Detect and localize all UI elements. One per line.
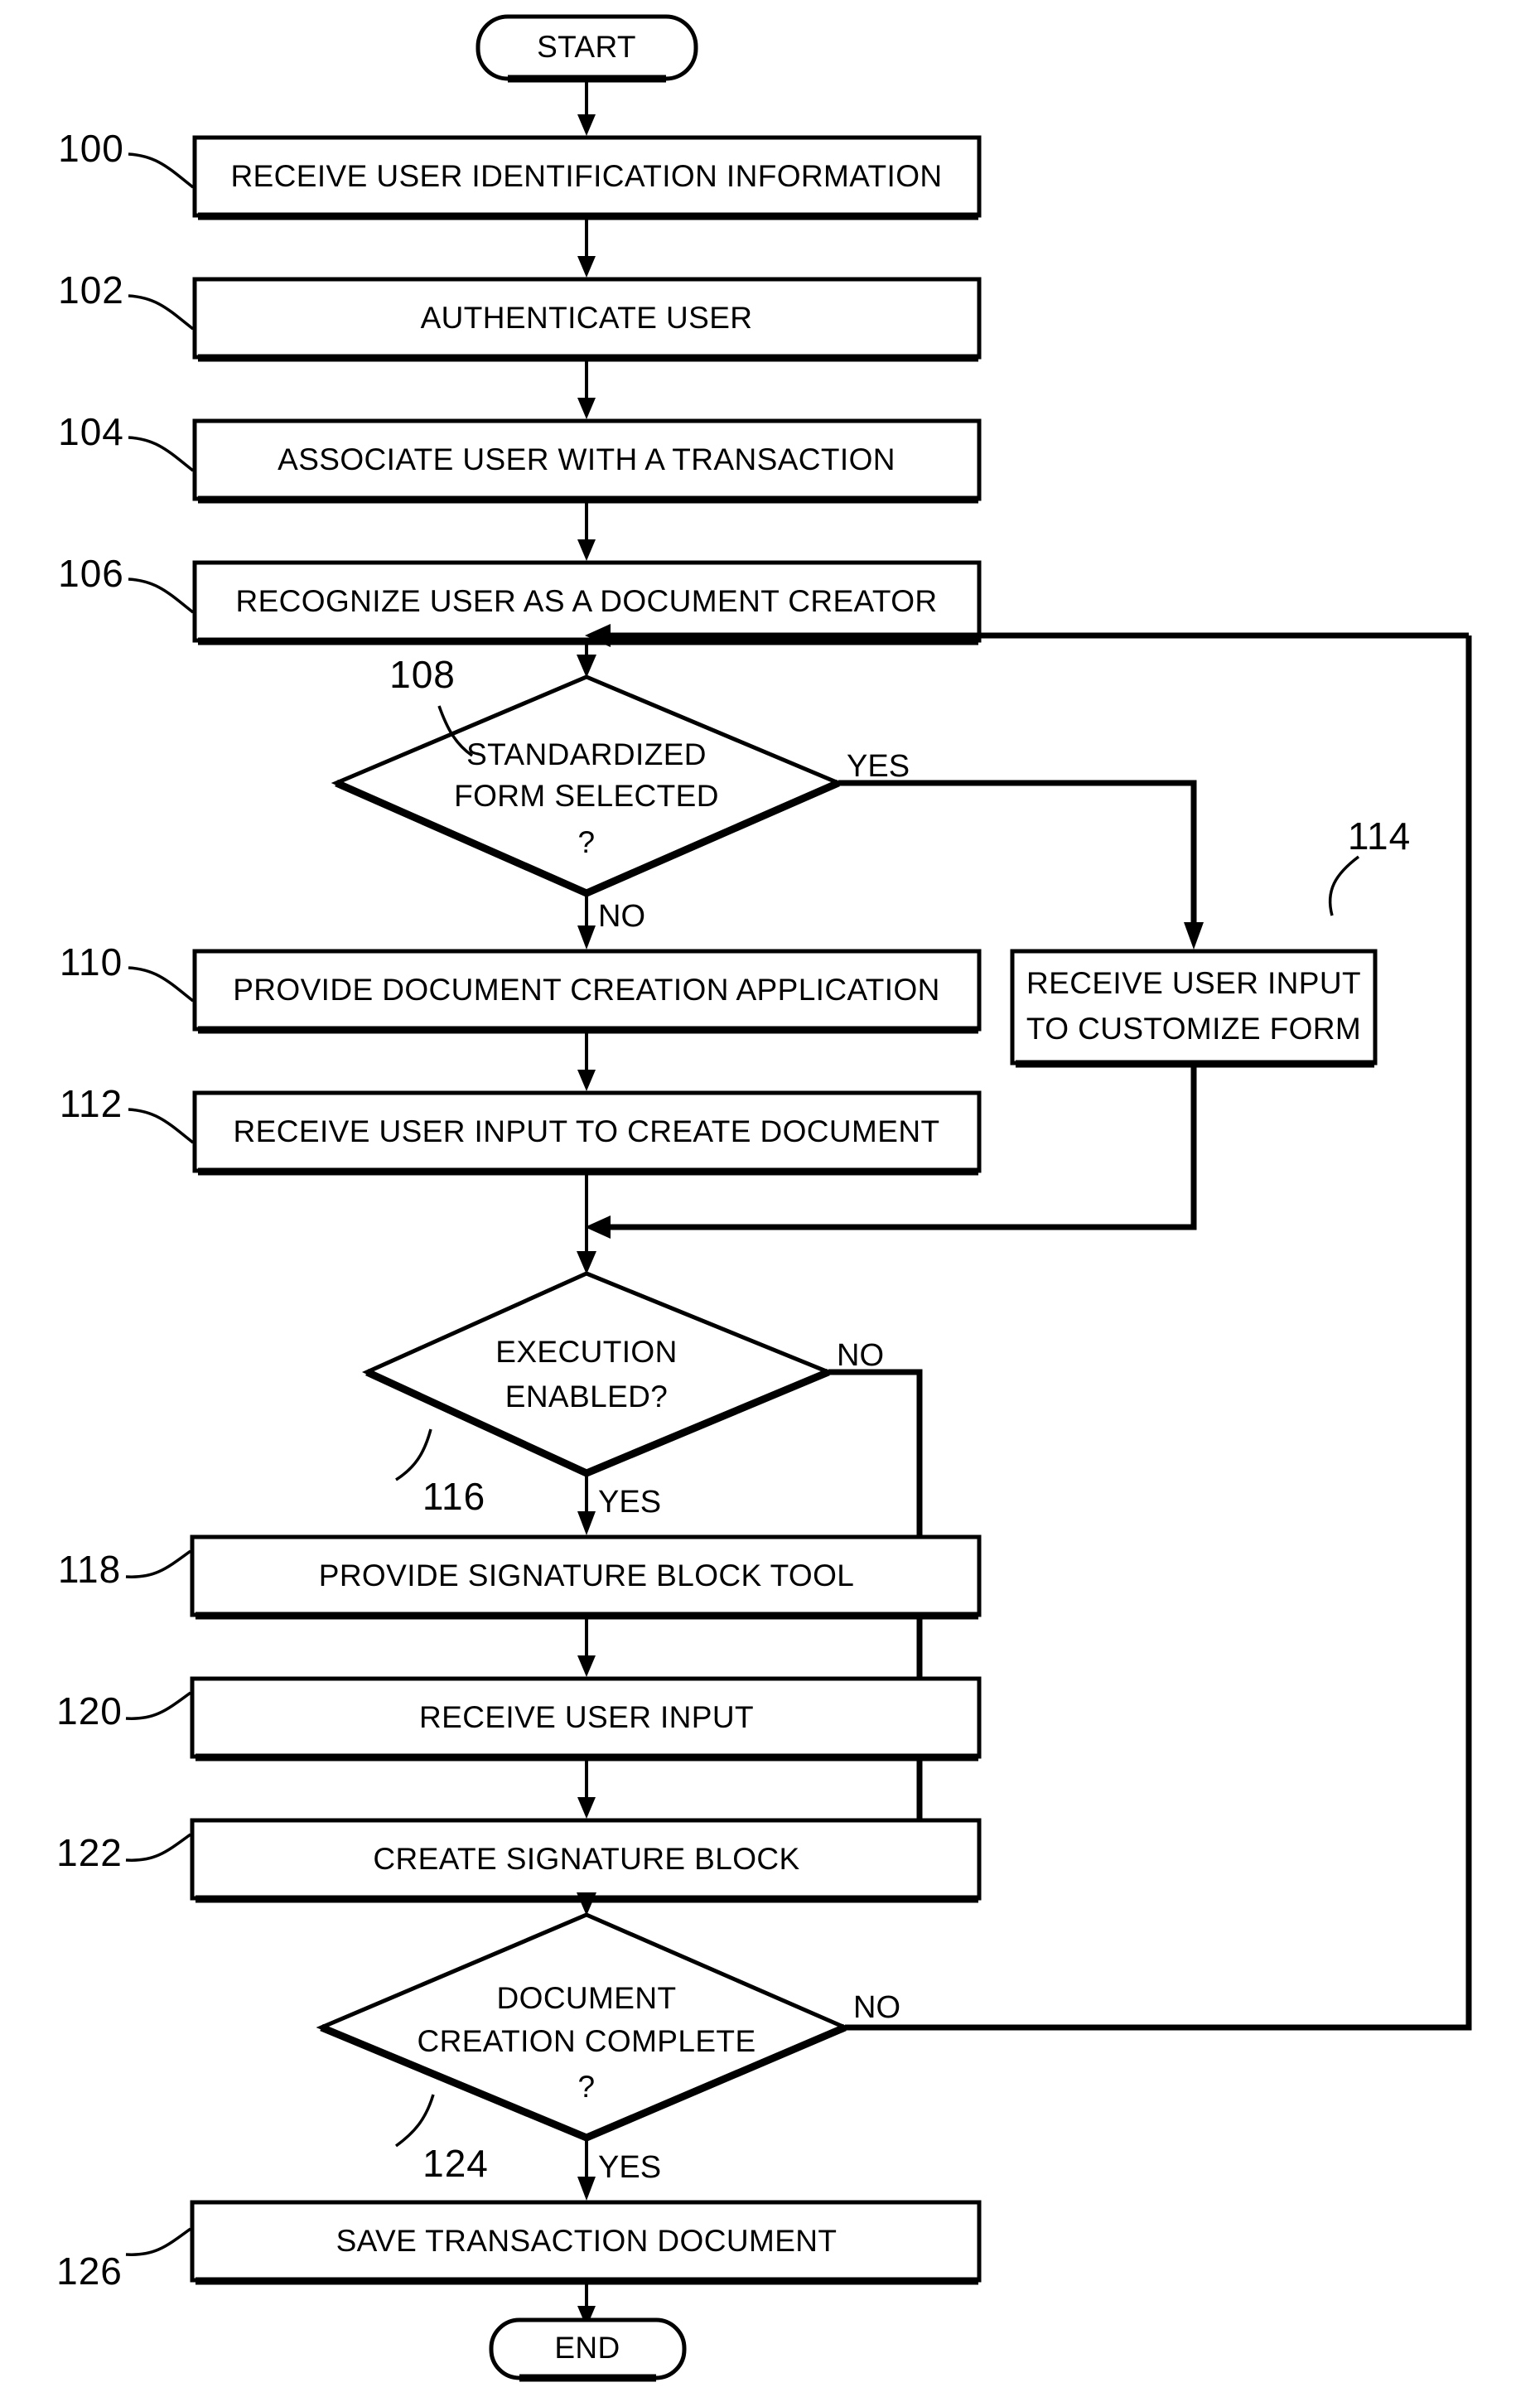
- process-110: PROVIDE DOCUMENT CREATION APPLICATION: [192, 949, 982, 1034]
- ref-leader-102: 102: [58, 268, 195, 331]
- connector-118-to-120: [577, 1617, 596, 1677]
- ref-number-110: 110: [60, 940, 123, 983]
- terminal-end: END: [489, 2317, 687, 2382]
- terminal-start-label: START: [537, 30, 636, 64]
- branch-116-yes-label: YES: [598, 1485, 661, 1520]
- decision-124: DOCUMENT CREATION COMPLETE ?: [316, 1912, 851, 2142]
- decision-108-label-line1: STANDARDIZED: [466, 737, 707, 771]
- process-100: RECEIVE USER IDENTIFICATION INFORMATION: [192, 135, 982, 220]
- decision-116: EXECUTION ENABLED?: [361, 1271, 834, 1477]
- branch-116-no-label: NO: [837, 1338, 884, 1373]
- process-126: SAVE TRANSACTION DOCUMENT: [190, 2200, 982, 2285]
- process-118: PROVIDE SIGNATURE BLOCK TOOL: [190, 1534, 982, 1620]
- decision-108-label-line2: FORM SELECTED: [454, 779, 719, 813]
- branch-124-no-label: NO: [853, 1990, 900, 2025]
- process-112-label: RECEIVE USER INPUT TO CREATE DOCUMENT: [234, 1114, 940, 1148]
- process-118-label: PROVIDE SIGNATURE BLOCK TOOL: [319, 1559, 855, 1592]
- process-120: RECEIVE USER INPUT: [190, 1676, 982, 1762]
- ref-number-100: 100: [58, 127, 124, 170]
- process-114: RECEIVE USER INPUT TO CUSTOMIZE FORM: [1010, 949, 1378, 1068]
- ref-number-116: 116: [422, 1475, 485, 1518]
- ref-number-120: 120: [56, 1689, 123, 1733]
- process-102-label: AUTHENTICATE USER: [421, 301, 753, 335]
- decision-108-label-line3: ?: [578, 825, 596, 859]
- branch-108-yes-label: YES: [847, 749, 910, 784]
- ref-leader-110: 110: [60, 940, 195, 1003]
- process-110-label: PROVIDE DOCUMENT CREATION APPLICATION: [233, 973, 940, 1007]
- ref-number-122: 122: [56, 1831, 123, 1874]
- ref-number-124: 124: [422, 2142, 489, 2185]
- connector-start-to-100: [577, 80, 596, 136]
- branch-116-yes: YES: [577, 1473, 661, 1535]
- ref-leader-104: 104: [58, 410, 195, 472]
- ref-number-118: 118: [58, 1548, 121, 1591]
- decision-124-label-line1: DOCUMENT: [497, 1981, 677, 2015]
- ref-number-104: 104: [58, 410, 124, 453]
- terminal-end-label: END: [554, 2331, 620, 2365]
- process-104-label: ASSOCIATE USER WITH A TRANSACTION: [278, 442, 896, 476]
- ref-number-126: 126: [56, 2250, 123, 2293]
- ref-number-112: 112: [60, 1082, 123, 1125]
- process-102: AUTHENTICATE USER: [192, 277, 982, 362]
- ref-leader-106: 106: [58, 552, 195, 614]
- flowchart-svg: START RECEIVE USER IDENTIFICATION INFORM…: [56, 14, 1472, 2382]
- ref-number-114: 114: [1348, 814, 1411, 858]
- connector-106-to-108: [577, 642, 596, 678]
- ref-leader-114: 114: [1328, 814, 1411, 916]
- connector-102-to-104: [577, 359, 596, 419]
- branch-124-yes: YES: [577, 2138, 661, 2201]
- flowchart-canvas: START RECEIVE USER IDENTIFICATION INFORM…: [0, 0, 1540, 2397]
- connector-110-to-112: [577, 1031, 596, 1091]
- ref-leader-112: 112: [60, 1082, 195, 1144]
- branch-108-no-label: NO: [598, 899, 645, 934]
- process-120-label: RECEIVE USER INPUT: [419, 1700, 754, 1734]
- connector-100-to-102: [577, 217, 596, 278]
- connector-120-to-122: [577, 1758, 596, 1819]
- decision-124-label-line2: CREATION COMPLETE: [417, 2024, 756, 2058]
- decision-108: STANDARDIZED FORM SELECTED ?: [331, 674, 844, 897]
- decision-116-label-line1: EXECUTION: [495, 1335, 677, 1369]
- ref-leader-116: 116: [395, 1428, 485, 1518]
- connector-104-to-106: [577, 500, 596, 561]
- process-104: ASSOCIATE USER WITH A TRANSACTION: [192, 418, 982, 504]
- branch-108-yes: YES: [838, 749, 1204, 950]
- terminal-start: START: [476, 14, 698, 83]
- ref-leader-118: 118: [58, 1548, 192, 1591]
- process-114-label-line1: RECEIVE USER INPUT: [1026, 966, 1361, 1000]
- decision-124-label-line3: ?: [578, 2070, 596, 2104]
- ref-leader-124: 124: [394, 2094, 489, 2185]
- process-100-label: RECEIVE USER IDENTIFICATION INFORMATION: [230, 159, 942, 193]
- process-106-label: RECOGNIZE USER AS A DOCUMENT CREATOR: [235, 584, 937, 618]
- decision-116-label-line2: ENABLED?: [505, 1380, 669, 1414]
- ref-number-108: 108: [389, 653, 456, 696]
- ref-leader-100: 100: [58, 127, 195, 189]
- process-126-label: SAVE TRANSACTION DOCUMENT: [336, 2224, 838, 2258]
- ref-leader-122: 122: [56, 1831, 192, 1874]
- ref-number-102: 102: [58, 268, 124, 312]
- process-106: RECOGNIZE USER AS A DOCUMENT CREATOR: [192, 560, 982, 645]
- ref-leader-120: 120: [56, 1689, 192, 1733]
- branch-108-no: NO: [577, 893, 645, 950]
- ref-leader-126: 126: [56, 2227, 192, 2293]
- ref-number-106: 106: [58, 552, 124, 595]
- process-114-label-line2: TO CUSTOMIZE FORM: [1026, 1012, 1361, 1046]
- process-112: RECEIVE USER INPUT TO CREATE DOCUMENT: [192, 1090, 982, 1176]
- branch-124-yes-label: YES: [598, 2150, 661, 2185]
